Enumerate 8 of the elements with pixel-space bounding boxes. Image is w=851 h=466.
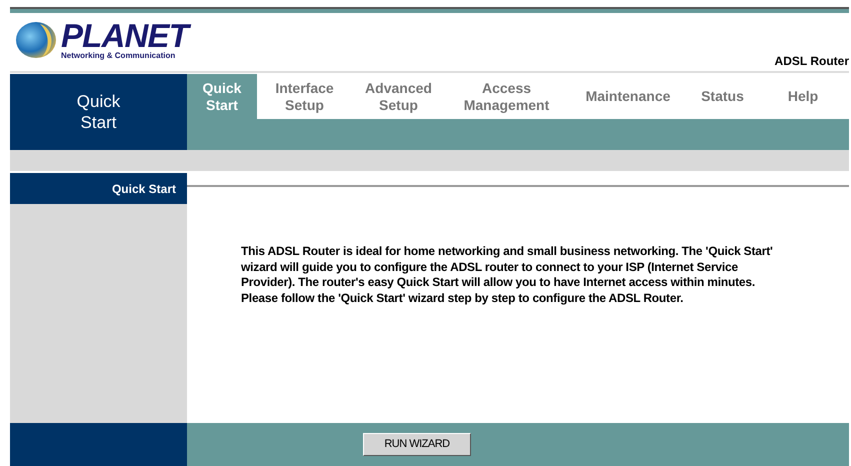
product-name: ADSL Router (774, 53, 849, 70)
nav-tab[interactable]: Quick Start (187, 74, 257, 119)
panel-title: Quick Start (112, 180, 176, 198)
run-wizard-button[interactable]: RUN WIZARD (363, 433, 471, 456)
logo-tagline: Networking & Communication (61, 52, 176, 60)
description-text: This ADSL Router is ideal for home networking and small business networking. The 'Quick Start' wizard will guide you to configure the ADSL router to connect to your ISP (Internet Service Provider). The router's easy Quick Start will allow you to have Internet access within minutes. Please follow the 'Quick Start' wizard step by step to configure the ADSL Router. (241, 244, 774, 306)
section-title: Quick Start (76, 91, 122, 133)
globe-icon (14, 20, 58, 60)
